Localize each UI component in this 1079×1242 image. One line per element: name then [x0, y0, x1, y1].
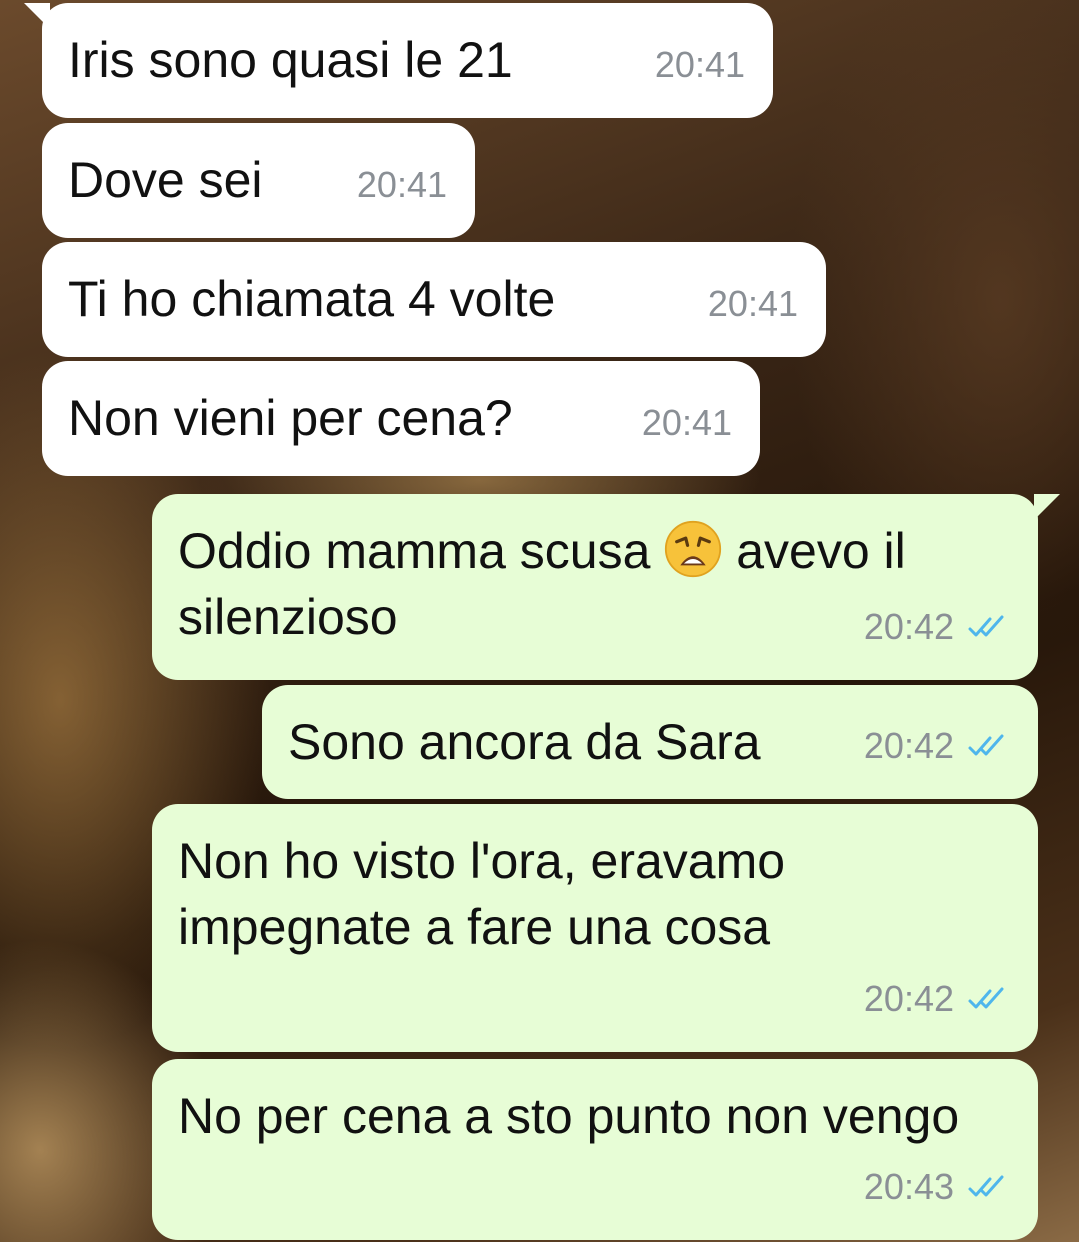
message-timestamp: 20:42	[863, 606, 954, 647]
message-meta: 20:41	[708, 271, 798, 337]
message-timestamp: 20:41	[356, 164, 447, 205]
message-timestamp: 20:41	[641, 402, 732, 443]
message-text: Dove sei	[68, 152, 263, 208]
message-text-part: Oddio mamma scusa	[178, 523, 651, 579]
message-meta: 20:42	[864, 594, 1010, 660]
message-bubble-incoming[interactable]: Ti ho chiamata 4 volte 20:41	[42, 242, 826, 357]
weary-face-emoji-icon	[665, 520, 722, 578]
read-ticks-icon	[968, 734, 1004, 756]
message-meta: 20:41	[655, 32, 745, 98]
message-text: Non vieni per cena?	[68, 390, 513, 446]
message-bubble-incoming[interactable]: Iris sono quasi le 21 20:41	[42, 3, 773, 118]
message-text: Non ho visto l'ora, eravamo impegnate a …	[178, 833, 799, 955]
message-bubble-outgoing[interactable]: Oddio mamma scusa avevo il silenzioso 20…	[152, 494, 1038, 680]
read-ticks-icon	[968, 1175, 1004, 1197]
read-ticks-icon	[968, 987, 1004, 1009]
message-meta: 20:42	[864, 713, 1010, 779]
outgoing-bubble-tail	[1034, 494, 1060, 520]
message-timestamp: 20:43	[863, 1166, 954, 1207]
message-timestamp: 20:42	[863, 725, 954, 766]
message-text: No per cena a sto punto non vengo	[178, 1088, 960, 1144]
message-timestamp: 20:41	[654, 44, 745, 85]
message-text: Iris sono quasi le 21	[68, 32, 513, 88]
message-bubble-outgoing[interactable]: Non ho visto l'ora, eravamo impegnate a …	[152, 804, 1038, 1052]
message-bubble-incoming[interactable]: Non vieni per cena? 20:41	[42, 361, 760, 476]
message-timestamp: 20:42	[863, 978, 954, 1019]
message-meta: 20:41	[357, 152, 447, 218]
message-text: Sono ancora da Sara	[288, 714, 761, 770]
message-meta: 20:41	[642, 390, 732, 456]
message-text: Ti ho chiamata 4 volte	[68, 271, 556, 327]
message-bubble-incoming[interactable]: Dove sei 20:41	[42, 123, 475, 238]
message-timestamp: 20:41	[707, 283, 798, 324]
message-meta: 20:43	[864, 1154, 1010, 1220]
read-ticks-icon	[968, 615, 1004, 637]
message-bubble-outgoing[interactable]: Sono ancora da Sara 20:42	[262, 685, 1038, 799]
message-bubble-outgoing[interactable]: No per cena a sto punto non vengo 20:43	[152, 1059, 1038, 1240]
message-meta: 20:42	[864, 966, 1010, 1032]
